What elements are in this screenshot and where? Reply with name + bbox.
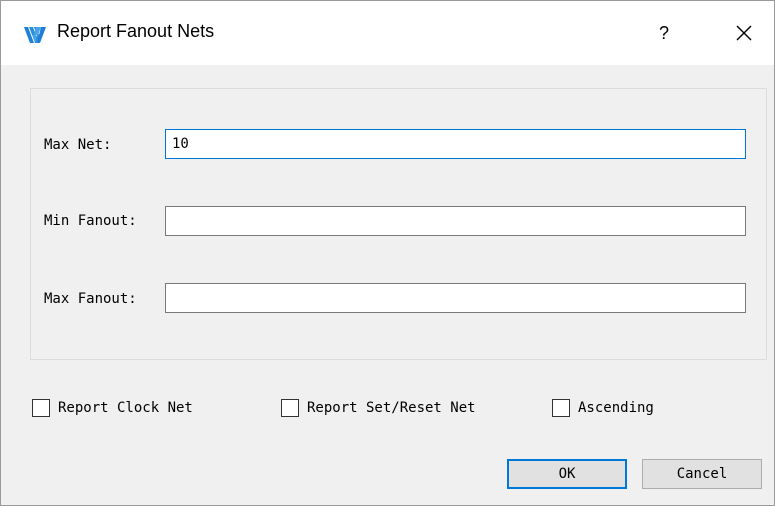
cancel-button[interactable]: Cancel	[642, 459, 762, 489]
title-bar: Report Fanout Nets ?	[1, 1, 774, 65]
min-fanout-label: Min Fanout:	[44, 213, 137, 229]
report-clock-net-checkbox[interactable]	[32, 399, 50, 417]
min-fanout-input[interactable]	[165, 206, 746, 236]
report-fanout-nets-dialog: Report Fanout Nets ? Max Net: Min Fanout…	[0, 0, 775, 506]
ascending-label: Ascending	[578, 400, 654, 416]
max-net-label: Max Net:	[44, 137, 112, 153]
max-fanout-input[interactable]	[165, 283, 746, 313]
report-set-reset-net-checkbox[interactable]	[281, 399, 299, 417]
help-button[interactable]: ?	[649, 15, 679, 51]
close-icon	[736, 25, 752, 41]
ascending-checkbox[interactable]	[552, 399, 570, 417]
report-set-reset-net-label: Report Set/Reset Net	[307, 400, 476, 416]
gowin-logo-icon	[23, 23, 47, 45]
max-net-input[interactable]	[165, 129, 746, 159]
report-clock-net-option[interactable]: Report Clock Net	[32, 399, 193, 417]
ascending-option[interactable]: Ascending	[552, 399, 654, 417]
report-set-reset-net-option[interactable]: Report Set/Reset Net	[281, 399, 476, 417]
close-button[interactable]	[727, 15, 761, 51]
max-fanout-label: Max Fanout:	[44, 291, 137, 307]
report-clock-net-label: Report Clock Net	[58, 400, 193, 416]
ok-button[interactable]: OK	[507, 459, 627, 489]
window-title: Report Fanout Nets	[57, 21, 215, 41]
